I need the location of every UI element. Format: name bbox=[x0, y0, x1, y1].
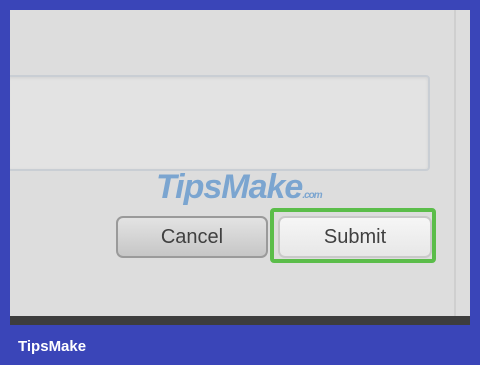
frame-bottom-bar bbox=[10, 316, 470, 325]
watermark-domain: .com bbox=[302, 190, 322, 201]
divider bbox=[454, 10, 456, 316]
watermark: TipsMake.com bbox=[156, 168, 323, 207]
submit-button[interactable]: Submit bbox=[278, 216, 432, 258]
footer-caption: TipsMake bbox=[18, 338, 87, 355]
screenshot-frame: TipsMake.com Cancel Submit bbox=[10, 10, 470, 325]
message-textarea[interactable] bbox=[10, 75, 430, 171]
cancel-button[interactable]: Cancel bbox=[116, 216, 268, 258]
watermark-text: TipsMake bbox=[156, 168, 303, 206]
